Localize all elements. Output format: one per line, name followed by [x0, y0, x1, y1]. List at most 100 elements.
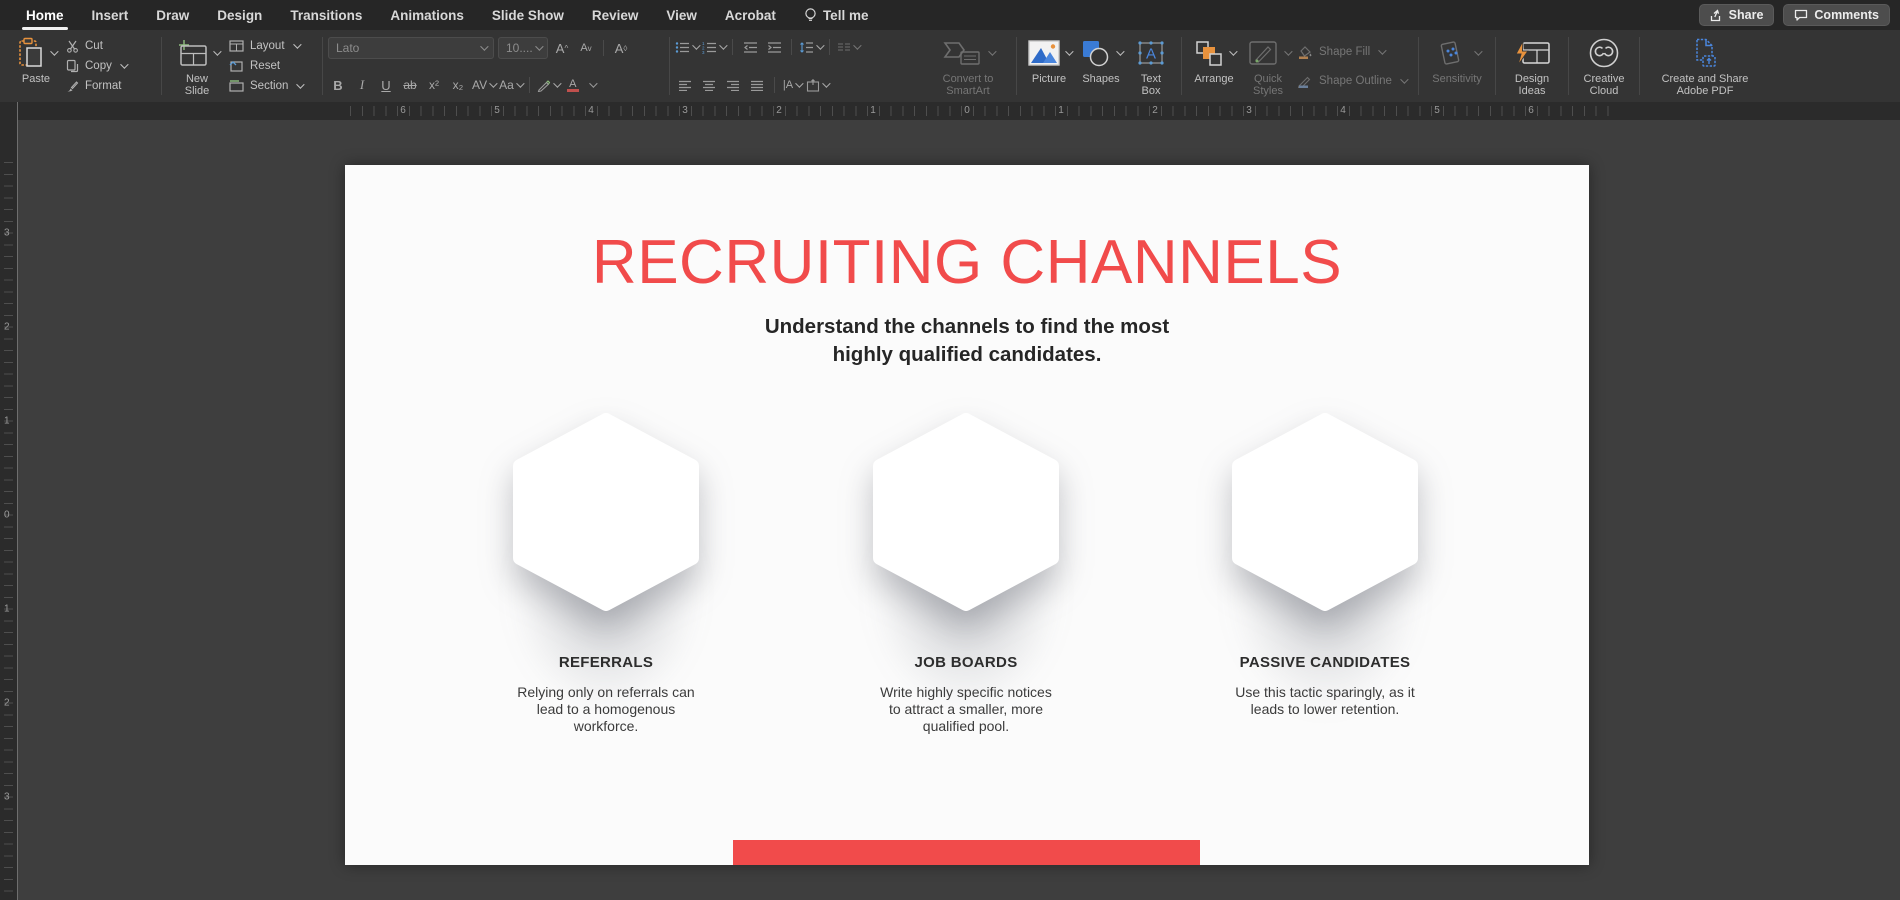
section-icon	[229, 80, 244, 92]
vertical-ruler-ticks	[4, 162, 13, 900]
decrease-indent-button[interactable]	[740, 37, 760, 57]
quick-styles-button[interactable]: Quick Styles	[1241, 34, 1295, 98]
ruler-number: 1	[4, 604, 10, 615]
layout-icon	[229, 40, 244, 52]
horizontal-ruler: 6543210123456	[18, 102, 1900, 120]
card-title: PASSIVE CANDIDATES	[1240, 654, 1411, 671]
character-spacing-button[interactable]: AV	[472, 75, 495, 95]
comments-button[interactable]: Comments	[1783, 4, 1890, 26]
menu-review[interactable]: Review	[578, 0, 653, 30]
paste-dropdown-chevron[interactable]	[50, 47, 58, 55]
shape-fill-button[interactable]: Shape Fill	[1297, 43, 1411, 61]
menu-slideshow[interactable]: Slide Show	[478, 0, 578, 30]
hexagon-shape[interactable]	[872, 412, 1060, 612]
paste-button[interactable]: Paste	[8, 34, 64, 98]
line-spacing-button[interactable]	[799, 37, 822, 57]
tell-me-button[interactable]: Tell me	[790, 0, 883, 30]
subscript-button[interactable]: x₂	[448, 75, 468, 95]
ruler-number: 1	[870, 105, 876, 116]
ruler-number: 4	[588, 105, 594, 116]
columns-icon	[837, 41, 851, 53]
creative-cloud-button[interactable]: Creative Cloud	[1574, 34, 1634, 98]
text-direction-button[interactable]: |A	[782, 75, 802, 95]
font-name-select[interactable]: Lato	[328, 37, 494, 59]
new-slide-dropdown-chevron[interactable]	[213, 47, 221, 55]
ruler-number: 6	[1528, 105, 1534, 116]
picture-button[interactable]: Picture	[1022, 34, 1076, 98]
numbering-button[interactable]: 123	[702, 37, 725, 57]
line-spacing-icon	[799, 41, 814, 54]
convert-smartart-button[interactable]: Convert to SmartArt	[925, 34, 1011, 98]
italic-button[interactable]: I	[352, 75, 372, 95]
card-job-boards[interactable]: JOB BOARDS Write highly specific notices…	[816, 412, 1116, 735]
menu-bar: Home Insert Draw Design Transitions Anim…	[0, 0, 1900, 30]
clear-formatting-button[interactable]: A◊	[611, 38, 631, 58]
arrange-button[interactable]: Arrange	[1187, 34, 1241, 98]
slide-title[interactable]: RECRUITING CHANNELS	[345, 227, 1589, 298]
underline-button[interactable]: U	[376, 75, 396, 95]
card-body: Use this tactic sparingly, as it leads t…	[1235, 684, 1414, 718]
columns-button[interactable]	[837, 37, 859, 57]
bold-button[interactable]: B	[328, 75, 348, 95]
font-size-select[interactable]: 10....	[498, 37, 548, 59]
section-button[interactable]: Section	[229, 77, 315, 95]
align-left-button[interactable]	[675, 75, 695, 95]
clipboard-icon	[17, 37, 45, 69]
pencil-icon	[1297, 74, 1313, 88]
card-body: Write highly specific notices to attract…	[880, 684, 1052, 735]
share-button[interactable]: Share	[1699, 4, 1775, 26]
menu-acrobat[interactable]: Acrobat	[711, 0, 790, 30]
card-passive-candidates[interactable]: PASSIVE CANDIDATES Use this tactic spari…	[1175, 412, 1475, 718]
menu-home[interactable]: Home	[12, 0, 78, 30]
sensitivity-button[interactable]: Sensitivity	[1424, 34, 1490, 98]
accent-bar[interactable]	[733, 840, 1200, 865]
highlight-color-button[interactable]	[537, 75, 559, 95]
bullets-button[interactable]	[675, 37, 698, 57]
menu-draw[interactable]: Draw	[142, 0, 203, 30]
hexagon-shape[interactable]	[512, 412, 700, 612]
justify-button[interactable]	[747, 75, 767, 95]
adobe-pdf-button[interactable]: Create and Share Adobe PDF	[1645, 34, 1765, 98]
ruler-number: 5	[1434, 105, 1440, 116]
strikethrough-button[interactable]: ab	[400, 75, 420, 95]
copy-button[interactable]: Copy	[66, 57, 154, 75]
reset-button[interactable]: Reset	[229, 57, 315, 75]
hexagon-shape[interactable]	[1231, 412, 1419, 612]
align-text-button[interactable]	[806, 75, 828, 95]
change-case-button[interactable]: Aa	[499, 75, 522, 95]
shapes-icon	[1081, 39, 1111, 67]
font-color-button[interactable]: A	[563, 75, 583, 95]
align-right-button[interactable]	[723, 75, 743, 95]
align-center-button[interactable]	[699, 75, 719, 95]
text-box-button[interactable]: A Text Box	[1126, 34, 1176, 98]
ruler-number: 1	[4, 416, 10, 427]
ribbon-divider	[1495, 37, 1496, 95]
grow-font-button[interactable]: A^	[552, 38, 572, 58]
reset-icon	[229, 60, 244, 72]
smartart-icon	[943, 39, 983, 67]
card-title: REFERRALS	[559, 654, 653, 671]
format-painter-button[interactable]: Format	[66, 77, 154, 95]
card-referrals[interactable]: REFERRALS Relying only on referrals can …	[456, 412, 756, 735]
slide: RECRUITING CHANNELS Understand the chann…	[345, 165, 1589, 865]
slide-subtitle[interactable]: Understand the channels to find the most…	[737, 313, 1197, 369]
horizontal-ruler-ticks	[350, 106, 1610, 116]
new-slide-button[interactable]: New Slide	[167, 34, 227, 98]
design-ideas-button[interactable]: Design Ideas	[1501, 34, 1563, 98]
shrink-font-button[interactable]: Av	[576, 38, 596, 58]
shape-outline-button[interactable]: Shape Outline	[1297, 72, 1411, 90]
cut-button[interactable]: Cut	[66, 37, 154, 55]
copy-icon	[66, 59, 79, 73]
superscript-button[interactable]: x²	[424, 75, 444, 95]
menu-animations[interactable]: Animations	[376, 0, 478, 30]
new-slide-icon	[176, 38, 208, 68]
menu-insert[interactable]: Insert	[78, 0, 143, 30]
layout-button[interactable]: Layout	[229, 37, 315, 55]
menu-transitions[interactable]: Transitions	[276, 0, 376, 30]
increase-indent-button[interactable]	[764, 37, 784, 57]
design-ideas-icon	[1513, 39, 1551, 67]
shapes-button[interactable]: Shapes	[1076, 34, 1126, 98]
menu-view[interactable]: View	[652, 0, 711, 30]
card-body: Relying only on referrals can lead to a …	[517, 684, 694, 735]
menu-design[interactable]: Design	[203, 0, 276, 30]
